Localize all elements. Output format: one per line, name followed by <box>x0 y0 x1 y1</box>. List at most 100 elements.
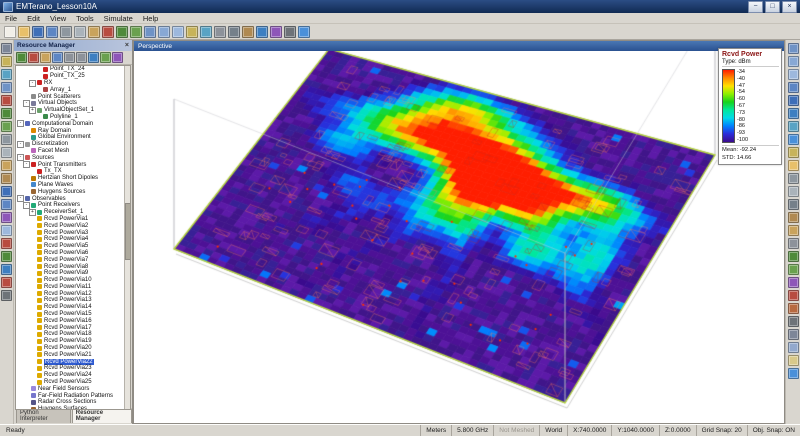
tree-item[interactable]: Rcvd PowerVia25 <box>16 379 130 386</box>
draw-rect-icon[interactable] <box>1 134 12 145</box>
help-icon[interactable] <box>298 26 310 38</box>
close-button[interactable]: × <box>782 1 797 13</box>
tree-item[interactable]: Facet Mesh <box>16 148 130 155</box>
tree-item[interactable]: Huygens Sources <box>16 188 130 195</box>
zx-plane-icon[interactable] <box>1 277 12 288</box>
menu-item-edit[interactable]: Edit <box>22 14 45 23</box>
texture-mode-icon[interactable] <box>788 212 799 223</box>
grid-toggle-icon[interactable] <box>214 26 226 38</box>
add-object-icon[interactable] <box>16 52 27 63</box>
tree-item[interactable]: Ray Domain <box>16 127 130 134</box>
view-right-icon[interactable] <box>788 108 799 119</box>
tree-item[interactable]: Tx_TX <box>16 168 130 175</box>
copy-icon[interactable] <box>74 26 86 38</box>
minimize-button[interactable]: − <box>748 1 763 13</box>
zoom-selection-icon[interactable] <box>788 160 799 171</box>
menu-item-view[interactable]: View <box>45 14 71 23</box>
view-front-icon[interactable] <box>788 69 799 80</box>
tree-item[interactable]: -Computational Domain <box>16 120 130 127</box>
tree-item[interactable]: Polyline_1 <box>16 114 130 121</box>
mirror-tool-icon[interactable] <box>1 212 12 223</box>
properties-icon[interactable] <box>788 342 799 353</box>
new-file-icon[interactable] <box>4 26 16 38</box>
redo-icon[interactable] <box>130 26 142 38</box>
light-toggle-icon[interactable] <box>788 225 799 236</box>
tree-item[interactable]: Radar Cross Sections <box>16 399 130 406</box>
zoom-all-icon[interactable] <box>788 147 799 158</box>
pan-tool-icon[interactable] <box>1 56 12 67</box>
viewport-caption[interactable]: Perspective <box>134 41 784 51</box>
panel-tab-resource-manager[interactable]: Resource Manager <box>72 408 132 423</box>
resource-manager-caption[interactable]: Resource Manager × <box>14 40 132 51</box>
delete-icon[interactable] <box>102 26 114 38</box>
tree-item[interactable]: Point Scatterers <box>16 93 130 100</box>
menu-item-help[interactable]: Help <box>138 14 163 23</box>
tree-item[interactable]: -RX <box>16 80 130 87</box>
expand-all-icon[interactable] <box>100 52 111 63</box>
tree-item[interactable]: -Discretization <box>16 141 130 148</box>
tree-item[interactable]: +VirtualObjectSet_1 <box>16 107 130 114</box>
measure-icon[interactable] <box>242 26 254 38</box>
snap-toggle-icon[interactable] <box>228 26 240 38</box>
layers-icon[interactable] <box>788 329 799 340</box>
ruler-icon[interactable] <box>788 251 799 262</box>
duplicate-object-icon[interactable] <box>52 52 63 63</box>
tree-item[interactable]: Global Environment <box>16 134 130 141</box>
wireframe-mode-icon[interactable] <box>788 173 799 184</box>
tree-item[interactable]: Huygens Surfaces <box>16 406 130 410</box>
array-tool-icon[interactable] <box>1 225 12 236</box>
view-top-icon[interactable] <box>788 43 799 54</box>
tree-scrollbar[interactable] <box>124 66 130 409</box>
draw-point-icon[interactable] <box>1 95 12 106</box>
delete-object-icon[interactable] <box>28 52 39 63</box>
tree-item[interactable]: Array_1 <box>16 86 130 93</box>
tree-item[interactable]: -Sources <box>16 154 130 161</box>
copy-tool-icon[interactable] <box>1 199 12 210</box>
section-view-icon[interactable] <box>788 264 799 275</box>
refresh-tree-icon[interactable] <box>88 52 99 63</box>
rotate-view-icon[interactable] <box>200 26 212 38</box>
shaded-mode-icon[interactable] <box>788 186 799 197</box>
delete-tool-icon[interactable] <box>1 238 12 249</box>
tree-item[interactable]: Hertzian Short Dipoles <box>16 175 130 182</box>
select-tool-icon[interactable] <box>1 43 12 54</box>
paste-icon[interactable] <box>88 26 100 38</box>
pan-icon[interactable] <box>186 26 198 38</box>
draw-cylinder-icon[interactable] <box>1 173 12 184</box>
tree-item[interactable]: Far-Field Radiation Patterns <box>16 392 130 399</box>
collapse-all-icon[interactable] <box>112 52 123 63</box>
grid-3d-icon[interactable] <box>788 238 799 249</box>
view-perspective-icon[interactable] <box>788 134 799 145</box>
draw-polyline-icon[interactable] <box>1 121 12 132</box>
view-iso-icon[interactable] <box>788 121 799 132</box>
zoom-out-icon[interactable] <box>158 26 170 38</box>
mesh-view-icon[interactable] <box>270 26 282 38</box>
view-back-icon[interactable] <box>788 82 799 93</box>
draw-circle-icon[interactable] <box>1 147 12 158</box>
view-bottom-icon[interactable] <box>788 56 799 67</box>
move-tool-icon[interactable] <box>1 186 12 197</box>
zoom-extents-icon[interactable] <box>172 26 184 38</box>
move-down-icon[interactable] <box>76 52 87 63</box>
tree-item[interactable]: Point_TX_24 <box>16 66 130 73</box>
render-icon[interactable] <box>788 290 799 301</box>
notes-icon[interactable] <box>788 355 799 366</box>
save-icon[interactable] <box>32 26 44 38</box>
run-simulation-icon[interactable] <box>256 26 268 38</box>
menu-item-file[interactable]: File <box>0 14 22 23</box>
draw-line-icon[interactable] <box>1 108 12 119</box>
tree-scrollbar-thumb[interactable] <box>125 203 131 260</box>
zoom-in-icon[interactable] <box>144 26 156 38</box>
hidden-line-mode-icon[interactable] <box>788 199 799 210</box>
cut-icon[interactable] <box>60 26 72 38</box>
yz-plane-icon[interactable] <box>1 264 12 275</box>
maximize-button[interactable]: □ <box>765 1 780 13</box>
info-icon[interactable] <box>788 368 799 379</box>
undo-icon[interactable] <box>116 26 128 38</box>
title-bar[interactable]: EMTerano_Lesson10A − □ × <box>0 0 800 13</box>
edit-object-icon[interactable] <box>40 52 51 63</box>
settings-icon[interactable] <box>284 26 296 38</box>
draw-box-icon[interactable] <box>1 160 12 171</box>
save-all-icon[interactable] <box>46 26 58 38</box>
scene-canvas[interactable] <box>134 51 785 423</box>
